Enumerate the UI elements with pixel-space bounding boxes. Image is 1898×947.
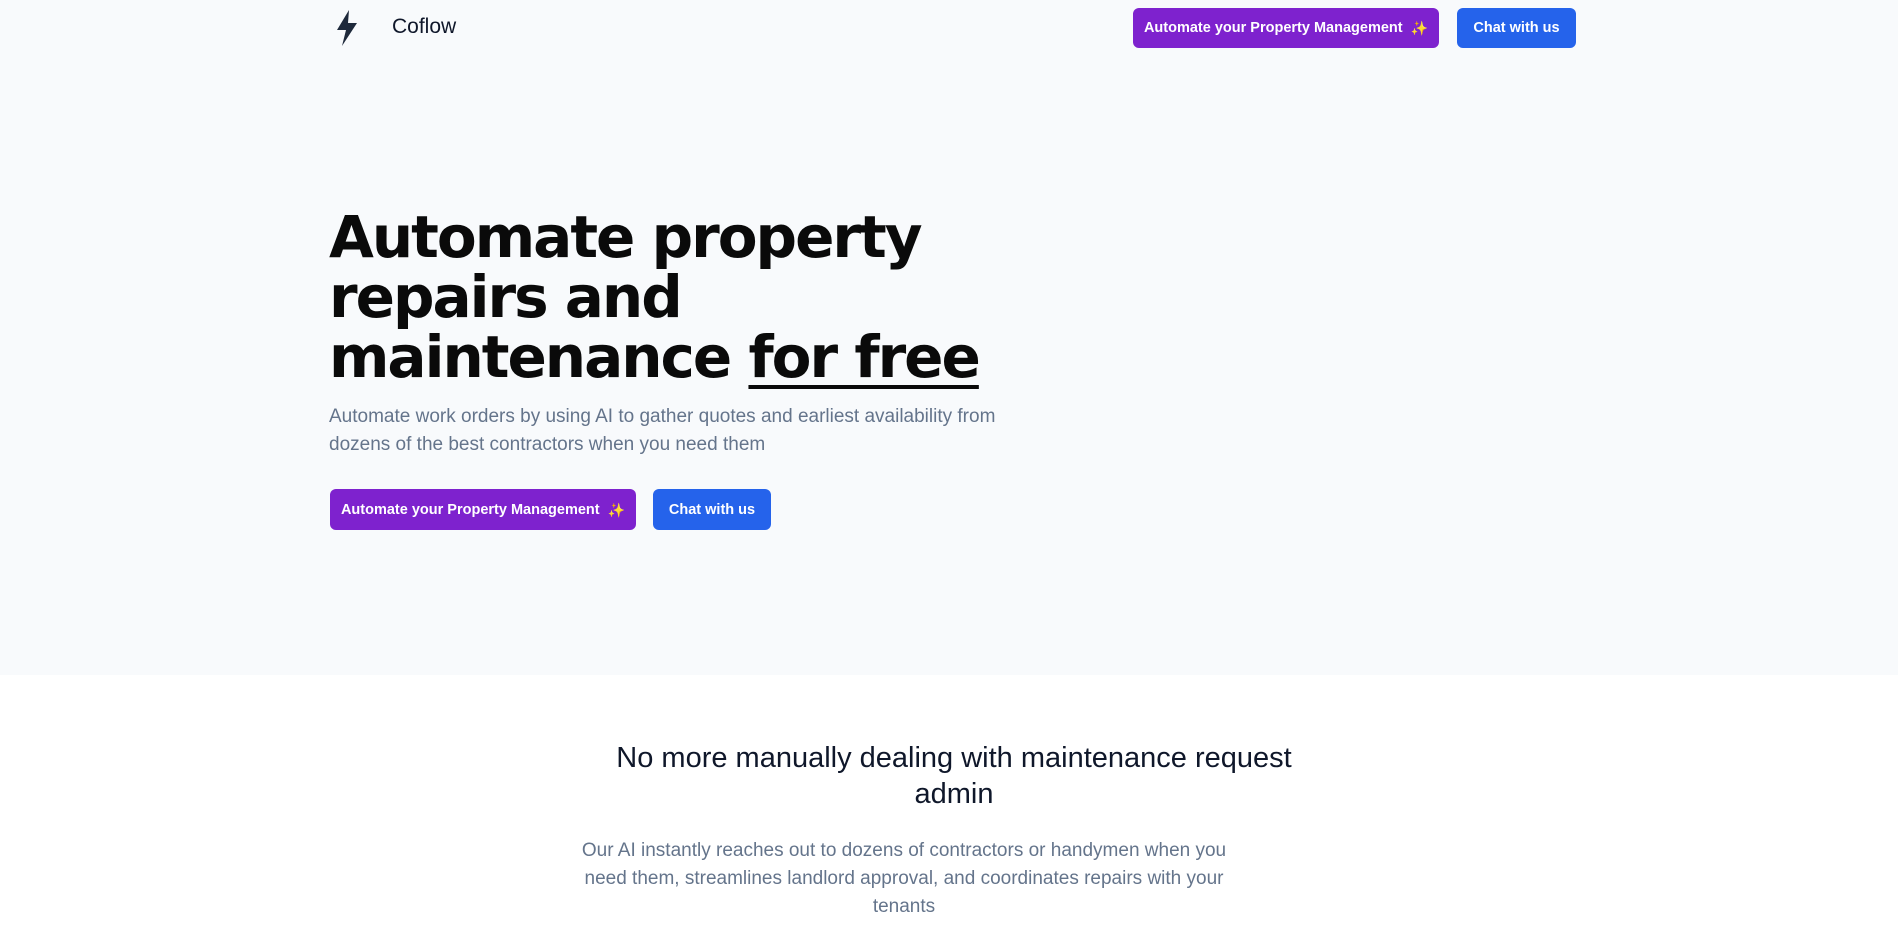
brand-name[interactable]: Coflow	[392, 15, 456, 39]
automate-property-management-button[interactable]: Automate your Property Management ✨	[1133, 8, 1439, 48]
hero-title-emphasis: for free	[748, 323, 980, 391]
hero-subtitle: Automate work orders by using AI to gath…	[329, 406, 996, 455]
top-navigation: Coflow Automate your Property Management…	[329, 0, 1576, 58]
hero-chat-with-us-button[interactable]: Chat with us	[653, 489, 771, 530]
button-label: Automate your Property Management	[340, 501, 600, 518]
chat-with-us-button[interactable]: Chat with us	[1457, 8, 1576, 48]
hero-title: Automate property repairs and maintenanc…	[329, 207, 1029, 387]
section-title: No more manually dealing with maintenanc…	[616, 742, 1292, 810]
hero-automate-property-management-button[interactable]: Automate your Property Management ✨	[330, 489, 636, 530]
button-label: Chat with us	[1473, 20, 1560, 36]
section-subtitle: Our AI instantly reaches out to dozens o…	[581, 840, 1227, 917]
sparkle-icon: ✨	[1410, 20, 1429, 36]
button-label: Chat with us	[668, 501, 756, 518]
sparkle-icon: ✨	[607, 501, 626, 518]
button-label: Automate your Property Management	[1143, 20, 1403, 36]
lightning-bolt-icon[interactable]	[329, 8, 365, 48]
